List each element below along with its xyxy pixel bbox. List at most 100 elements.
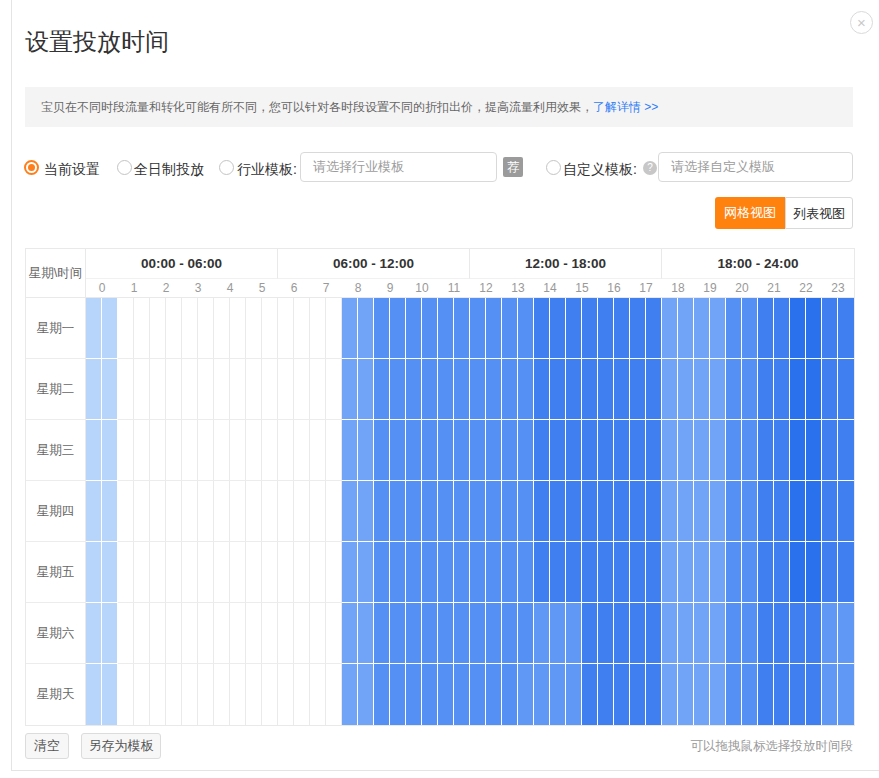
schedule-cell[interactable] — [838, 481, 854, 542]
schedule-cell[interactable] — [662, 542, 678, 603]
schedule-cell[interactable] — [758, 481, 774, 542]
schedule-cell[interactable] — [166, 664, 182, 725]
schedule-cell[interactable] — [566, 664, 582, 725]
schedule-cell[interactable] — [470, 481, 486, 542]
schedule-cell[interactable] — [310, 664, 326, 725]
schedule-cell[interactable] — [422, 420, 438, 481]
schedule-cell[interactable] — [214, 420, 230, 481]
schedule-cell[interactable] — [678, 542, 694, 603]
schedule-cell[interactable] — [278, 603, 294, 664]
schedule-cell[interactable] — [822, 359, 838, 420]
schedule-cell[interactable] — [342, 298, 358, 359]
schedule-cell[interactable] — [454, 542, 470, 603]
schedule-cell[interactable] — [726, 664, 742, 725]
schedule-cell[interactable] — [422, 481, 438, 542]
schedule-cell[interactable] — [678, 359, 694, 420]
schedule-cell[interactable] — [390, 359, 406, 420]
schedule-cell[interactable] — [374, 420, 390, 481]
schedule-cell[interactable] — [790, 664, 806, 725]
schedule-cell[interactable] — [582, 298, 598, 359]
schedule-cell[interactable] — [246, 603, 262, 664]
schedule-cell[interactable] — [262, 603, 278, 664]
schedule-cell[interactable] — [182, 298, 198, 359]
schedule-cell[interactable] — [118, 359, 134, 420]
schedule-cell[interactable] — [742, 542, 758, 603]
schedule-cell[interactable] — [710, 481, 726, 542]
schedule-cell[interactable] — [102, 664, 118, 725]
schedule-cell[interactable] — [294, 664, 310, 725]
save-as-template-button[interactable]: 另存为模板 — [81, 733, 161, 759]
schedule-cell[interactable] — [118, 481, 134, 542]
schedule-cell[interactable] — [342, 359, 358, 420]
schedule-cell[interactable] — [726, 298, 742, 359]
schedule-cell[interactable] — [774, 298, 790, 359]
schedule-cell[interactable] — [486, 664, 502, 725]
schedule-cell[interactable] — [646, 420, 662, 481]
schedule-cell[interactable] — [758, 298, 774, 359]
schedule-cell[interactable] — [502, 664, 518, 725]
schedule-cell[interactable] — [630, 603, 646, 664]
schedule-cell[interactable] — [598, 481, 614, 542]
schedule-cell[interactable] — [150, 542, 166, 603]
schedule-cell[interactable] — [182, 359, 198, 420]
schedule-cell[interactable] — [294, 542, 310, 603]
schedule-cell[interactable] — [230, 359, 246, 420]
schedule-cell[interactable] — [582, 481, 598, 542]
schedule-cell[interactable] — [470, 359, 486, 420]
schedule-cell[interactable] — [566, 603, 582, 664]
schedule-cell[interactable] — [214, 359, 230, 420]
schedule-cell[interactable] — [534, 664, 550, 725]
schedule-cell[interactable] — [102, 359, 118, 420]
schedule-cell[interactable] — [694, 664, 710, 725]
schedule-cell[interactable] — [710, 542, 726, 603]
schedule-cell[interactable] — [294, 603, 310, 664]
schedule-cell[interactable] — [214, 298, 230, 359]
schedule-cell[interactable] — [614, 481, 630, 542]
schedule-cell[interactable] — [374, 298, 390, 359]
schedule-cell[interactable] — [630, 359, 646, 420]
schedule-cell[interactable] — [150, 603, 166, 664]
schedule-cell[interactable] — [550, 481, 566, 542]
schedule-cell[interactable] — [822, 420, 838, 481]
schedule-cell[interactable] — [838, 420, 854, 481]
schedule-cell[interactable] — [694, 420, 710, 481]
schedule-cell[interactable] — [166, 481, 182, 542]
schedule-cell[interactable] — [838, 664, 854, 725]
schedule-cell[interactable] — [550, 603, 566, 664]
grid-view-button[interactable]: 网格视图 — [715, 197, 785, 229]
schedule-cell[interactable] — [726, 359, 742, 420]
schedule-cell[interactable] — [262, 481, 278, 542]
schedule-cell[interactable] — [502, 481, 518, 542]
schedule-cell[interactable] — [182, 603, 198, 664]
schedule-cell[interactable] — [710, 298, 726, 359]
schedule-cell[interactable] — [134, 298, 150, 359]
schedule-cell[interactable] — [518, 481, 534, 542]
schedule-cell[interactable] — [358, 542, 374, 603]
schedule-cell[interactable] — [422, 359, 438, 420]
help-icon[interactable]: ? — [643, 161, 657, 175]
schedule-cell[interactable] — [726, 542, 742, 603]
schedule-cell[interactable] — [86, 298, 102, 359]
schedule-cell[interactable] — [758, 542, 774, 603]
schedule-cell[interactable] — [534, 603, 550, 664]
schedule-cell[interactable] — [518, 603, 534, 664]
schedule-cell[interactable] — [726, 603, 742, 664]
schedule-cell[interactable] — [326, 359, 342, 420]
schedule-cell[interactable] — [246, 542, 262, 603]
schedule-cell[interactable] — [598, 664, 614, 725]
schedule-cell[interactable] — [246, 359, 262, 420]
schedule-cell[interactable] — [182, 420, 198, 481]
schedule-cell[interactable] — [790, 420, 806, 481]
radio-custom-template[interactable] — [546, 160, 561, 175]
schedule-cell[interactable] — [614, 542, 630, 603]
radio-custom-template-label[interactable]: 自定义模板: — [563, 161, 637, 177]
schedule-cell[interactable] — [582, 420, 598, 481]
schedule-cell[interactable] — [102, 542, 118, 603]
schedule-cell[interactable] — [774, 664, 790, 725]
schedule-cell[interactable] — [662, 298, 678, 359]
schedule-cell[interactable] — [806, 603, 822, 664]
schedule-cell[interactable] — [806, 420, 822, 481]
schedule-cell[interactable] — [598, 359, 614, 420]
clear-button[interactable]: 清空 — [25, 733, 69, 759]
schedule-cell[interactable] — [374, 481, 390, 542]
